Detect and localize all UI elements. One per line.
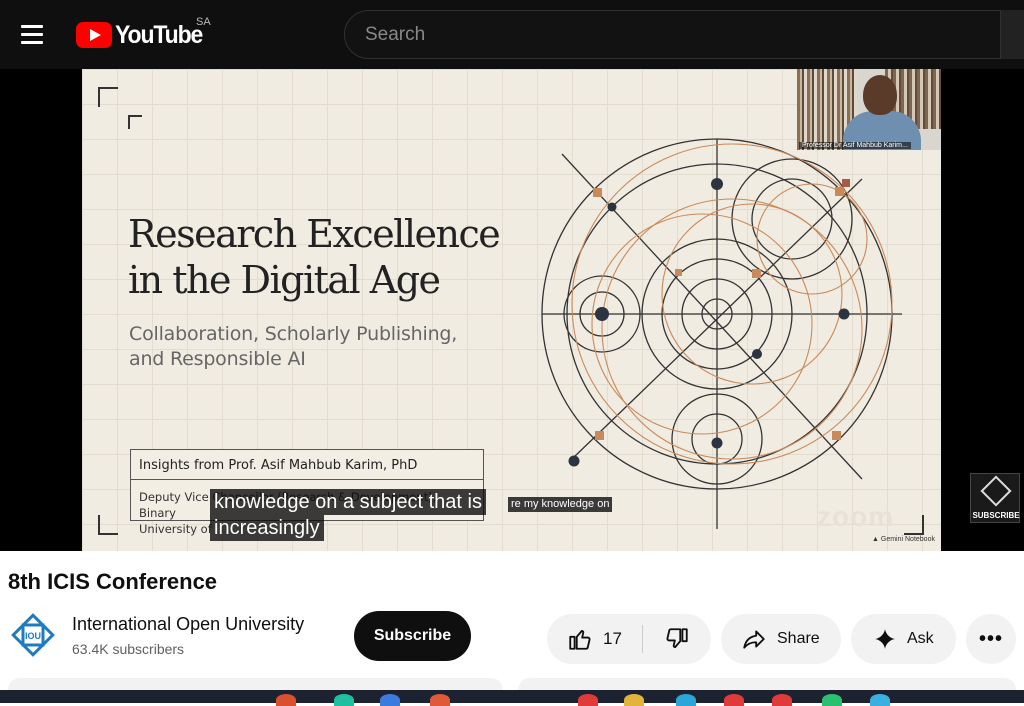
channel-watermark-icon xyxy=(980,475,1012,507)
video-title: 8th ICIS Conference xyxy=(8,569,218,594)
presenter-head xyxy=(863,75,897,115)
thumbs-up-icon xyxy=(569,629,591,650)
slide-title-line: in the Digital Age xyxy=(128,258,441,302)
presenter-insights: Insights from Prof. Asif Mahbub Karim, P… xyxy=(139,458,418,473)
like-dislike-group: 17 xyxy=(547,614,711,664)
region-code: SA xyxy=(196,16,211,28)
zoom-watermark: zoom xyxy=(817,501,895,532)
gemini-credit-text: Gemini Notebook xyxy=(880,536,935,543)
channel-name[interactable]: International Open University xyxy=(72,614,304,635)
like-count: 17 xyxy=(603,629,622,648)
slide-title-line: Research Excellence xyxy=(128,212,501,256)
search-box xyxy=(344,10,1014,59)
webcam-name-label: Professor Dr Asif Mahbub Karim... xyxy=(799,142,911,149)
search-input[interactable] xyxy=(365,23,985,46)
youtube-play-icon xyxy=(76,22,112,48)
slide-corner-mark xyxy=(98,515,118,535)
caption-line: increasingly xyxy=(210,515,324,541)
slide-corner-mark xyxy=(128,115,142,129)
taskbar-app-icon[interactable] xyxy=(624,694,644,706)
share-icon xyxy=(743,630,765,649)
os-taskbar xyxy=(0,690,1024,706)
taskbar-app-icon[interactable] xyxy=(870,694,890,706)
slide-corner-mark xyxy=(98,87,118,107)
youtube-logo[interactable]: YouTube xyxy=(76,18,210,52)
sparkle-icon xyxy=(875,629,895,649)
subscribe-watermark[interactable]: SUBSCRIBE xyxy=(970,473,1020,523)
more-actions-button[interactable]: ••• xyxy=(966,614,1016,664)
subscriber-count: 63.4K subscribers xyxy=(72,641,185,657)
share-button[interactable]: Share xyxy=(721,614,841,664)
top-bar: YouTube SA xyxy=(0,0,1024,69)
caption-small: re my knowledge on xyxy=(508,497,613,512)
caption-line: knowledge on a subject that is xyxy=(210,489,486,515)
iou-logo-icon: IOU xyxy=(11,613,55,657)
slide-title: Research Excellence in the Digital Age xyxy=(128,211,528,303)
ask-label: Ask xyxy=(907,630,934,647)
slide-subtitle: Collaboration, Scholarly Publishing, and… xyxy=(129,322,509,372)
dislike-button[interactable] xyxy=(643,614,711,664)
circle-diagram xyxy=(541,138,902,529)
taskbar-app-icon[interactable] xyxy=(772,694,792,706)
taskbar-app-icon[interactable] xyxy=(676,694,696,706)
taskbar-app-icon[interactable] xyxy=(334,694,354,706)
channel-avatar[interactable]: IOU xyxy=(8,610,58,660)
subscribe-button[interactable]: Subscribe xyxy=(354,611,471,661)
taskbar-app-icon[interactable] xyxy=(276,694,296,706)
ask-button[interactable]: Ask xyxy=(851,614,956,664)
thumbs-down-icon xyxy=(666,628,688,649)
subscribe-watermark-label: SUBSCRIBE xyxy=(972,511,1020,520)
search-button[interactable] xyxy=(1000,10,1024,59)
captions: knowledge on a subject that is increasin… xyxy=(210,489,486,541)
share-label: Share xyxy=(777,630,820,647)
taskbar-app-icon[interactable] xyxy=(822,694,842,706)
slide-frame: Research Excellence in the Digital Age C… xyxy=(82,69,941,551)
more-icon: ••• xyxy=(978,627,1003,650)
gemini-credit: ▲ Gemini Notebook xyxy=(872,536,935,543)
video-player[interactable]: Research Excellence in the Digital Age C… xyxy=(0,69,1024,551)
taskbar-app-icon[interactable] xyxy=(724,694,744,706)
slide-subtitle-line: and Responsible AI xyxy=(129,348,306,370)
webcam-overlay: Professor Dr Asif Mahbub Karim... xyxy=(797,69,941,150)
menu-icon[interactable] xyxy=(18,20,48,50)
taskbar-app-icon[interactable] xyxy=(430,694,450,706)
presenter-divider xyxy=(131,479,483,480)
taskbar-app-icon[interactable] xyxy=(578,694,598,706)
like-button[interactable]: 17 xyxy=(547,614,642,664)
slide-subtitle-line: Collaboration, Scholarly Publishing, xyxy=(129,323,458,345)
taskbar-app-icon[interactable] xyxy=(380,694,400,706)
logo-text: YouTube xyxy=(115,20,203,49)
avatar-text: IOU xyxy=(25,631,41,641)
